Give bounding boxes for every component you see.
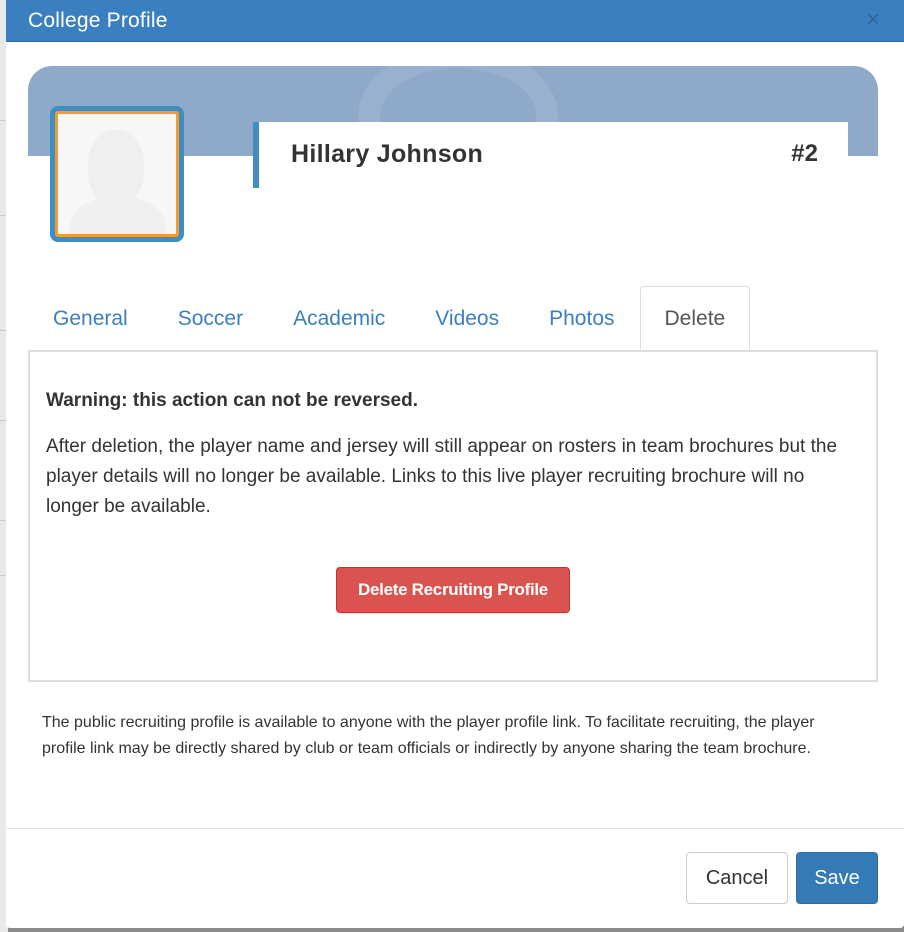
modal-header: College Profile — [6, 0, 904, 42]
modal-title: College Profile — [28, 8, 168, 32]
public-profile-note: The public recruiting profile is availab… — [42, 714, 815, 757]
college-profile-modal: College Profile × Hillary Johnson #2 Gen… — [6, 0, 904, 928]
profile-tabs: General Soccer Academic Videos Photos De… — [28, 286, 878, 350]
name-card: Hillary Johnson #2 — [253, 122, 848, 188]
delete-tab-panel: Warning: this action can not be reversed… — [28, 350, 878, 682]
tab-delete[interactable]: Delete — [639, 286, 751, 350]
delete-recruiting-profile-button[interactable]: Delete Recruiting Profile — [336, 567, 570, 613]
photo-body — [70, 196, 166, 234]
footer-divider — [6, 828, 904, 829]
player-photo — [55, 111, 179, 237]
avatar — [50, 106, 184, 242]
cancel-button[interactable]: Cancel — [686, 852, 788, 904]
tab-general[interactable]: General — [28, 286, 153, 350]
deletion-explanation: After deletion, the player name and jers… — [46, 436, 838, 517]
photo-face — [88, 130, 144, 206]
save-button[interactable]: Save — [796, 852, 878, 904]
tab-academic[interactable]: Academic — [268, 286, 410, 350]
tab-photos[interactable]: Photos — [524, 286, 639, 350]
close-icon[interactable]: × — [866, 8, 880, 32]
warning-text: Warning: this action can not be reversed… — [46, 390, 418, 411]
jersey-number: #2 — [791, 140, 818, 167]
tab-videos[interactable]: Videos — [410, 286, 524, 350]
tab-soccer[interactable]: Soccer — [153, 286, 268, 350]
player-name: Hillary Johnson — [291, 140, 484, 168]
